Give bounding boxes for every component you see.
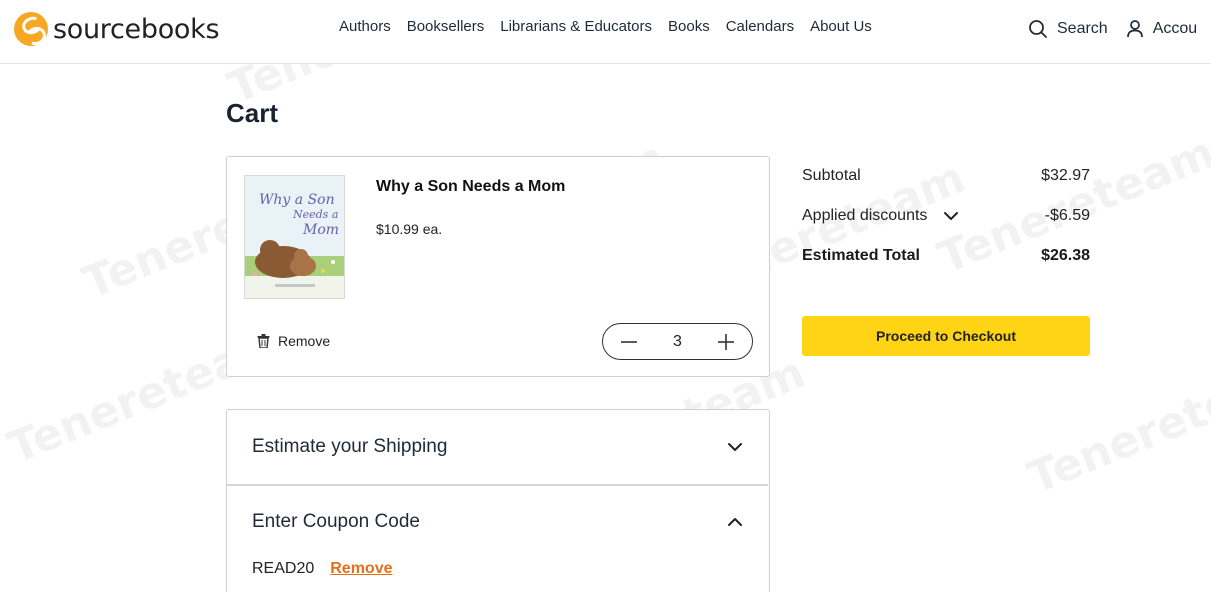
item-title[interactable]: Why a Son Needs a Mom <box>376 178 565 196</box>
plus-icon <box>718 333 734 350</box>
order-summary: Subtotal $32.97 Applied discounts -$6.59… <box>802 166 1090 286</box>
proceed-to-checkout-button[interactable]: Proceed to Checkout <box>802 316 1090 356</box>
nav-booksellers[interactable]: Booksellers <box>407 18 485 35</box>
shipping-estimate-label: Estimate your Shipping <box>252 436 448 457</box>
quantity-input[interactable] <box>657 332 698 351</box>
chevron-down-icon <box>944 212 959 220</box>
subtotal-value: $32.97 <box>1041 167 1090 184</box>
book-cover-image[interactable]: Why a Son Needs a Mom <box>244 175 345 299</box>
cover-title-line3: Mom <box>302 222 339 238</box>
site-header: sourcebooks Authors Booksellers Libraria… <box>0 0 1211 64</box>
applied-coupon: READ20 Remove <box>252 560 393 578</box>
minus-icon <box>621 340 637 343</box>
nav-books[interactable]: Books <box>668 18 710 35</box>
quantity-stepper <box>602 323 753 360</box>
brand-logo[interactable]: sourcebooks <box>14 11 220 47</box>
brand-name: sourcebooks <box>53 13 220 45</box>
subtotal-row: Subtotal $32.97 <box>802 166 1090 186</box>
nav-authors[interactable]: Authors <box>339 18 391 35</box>
shipping-estimate-accordion[interactable]: Estimate your Shipping <box>227 410 768 484</box>
discounts-value: -$6.59 <box>1044 207 1090 224</box>
chevron-down-icon <box>728 443 742 451</box>
chevron-up-icon <box>728 518 742 526</box>
decrease-quantity-button[interactable] <box>619 332 639 352</box>
remove-item-button[interactable]: Remove <box>257 333 330 349</box>
search-label: Search <box>1057 20 1108 37</box>
user-icon <box>1126 20 1143 38</box>
coupon-code-label: Enter Coupon Code <box>252 511 420 532</box>
page-title: Cart <box>226 98 279 128</box>
nav-calendars[interactable]: Calendars <box>726 18 794 35</box>
coupon-code-accordion[interactable]: Enter Coupon Code <box>227 485 768 559</box>
account-label: Accou <box>1152 20 1198 37</box>
discounts-toggle[interactable]: Applied discounts <box>802 207 959 225</box>
discounts-label: Applied discounts <box>802 207 928 224</box>
estimated-total-label: Estimated Total <box>802 247 920 264</box>
account-button[interactable]: Accou <box>1126 19 1197 39</box>
remove-coupon-link[interactable]: Remove <box>330 560 392 578</box>
estimated-total-row: Estimated Total $26.38 <box>802 246 1090 266</box>
search-button[interactable]: Search <box>1028 19 1108 39</box>
main-nav: Authors Booksellers Librarians & Educato… <box>339 18 888 35</box>
coupon-code-value: READ20 <box>252 560 315 577</box>
estimated-total-value: $26.38 <box>1041 247 1090 264</box>
cover-title-line2: Needs a <box>292 208 338 221</box>
nav-about-us[interactable]: About Us <box>810 18 872 35</box>
item-unit-price: $10.99 ea. <box>376 221 443 237</box>
discounts-row: Applied discounts -$6.59 <box>802 206 1090 226</box>
remove-item-label: Remove <box>278 333 331 349</box>
logo-mark-icon <box>14 12 48 46</box>
search-icon <box>1029 20 1047 38</box>
cart-item-card: Why a Son Needs a Mom Why a Son Needs a … <box>226 156 770 377</box>
trash-icon <box>257 334 270 348</box>
nav-librarians-educators[interactable]: Librarians & Educators <box>500 18 652 35</box>
cover-title-line1: Why a Son <box>259 192 335 208</box>
cart-options-panel: Estimate your Shipping Enter Coupon Code… <box>226 409 770 592</box>
increase-quantity-button[interactable] <box>716 332 736 352</box>
subtotal-label: Subtotal <box>802 167 861 184</box>
watermark: Tenereteam <box>1021 346 1211 505</box>
header-actions: Search Accou <box>1028 19 1197 39</box>
